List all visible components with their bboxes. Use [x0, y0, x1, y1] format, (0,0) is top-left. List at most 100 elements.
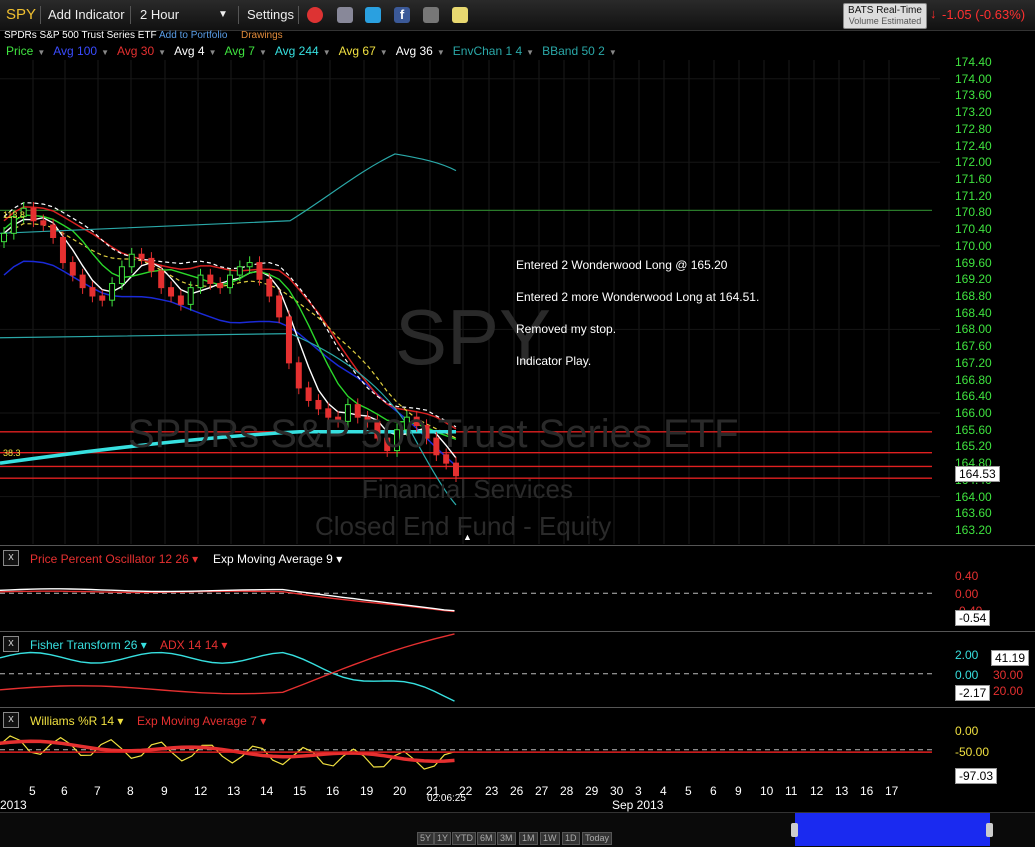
- adx-last-value: 41.19: [991, 650, 1030, 666]
- time-tick: 7: [94, 784, 101, 798]
- chevron-down-icon[interactable]: ▼: [259, 48, 267, 57]
- up-triangle-icon[interactable]: ▲: [463, 532, 472, 542]
- price-tick: 169.20: [955, 272, 992, 287]
- time-tick: 4: [660, 784, 667, 798]
- chart-annotation[interactable]: Entered 2 Wonderwood Long @ 165.20: [516, 258, 727, 272]
- facebook-icon[interactable]: f: [394, 7, 410, 23]
- range-button-ytd[interactable]: YTD: [452, 832, 476, 845]
- range-button-1d[interactable]: 1D: [562, 832, 580, 845]
- indicator-price[interactable]: Price: [6, 44, 33, 58]
- feed-title: BATS Real-Time: [848, 5, 922, 16]
- add-indicator-button[interactable]: Add Indicator: [48, 7, 125, 22]
- time-tick: 5: [29, 784, 36, 798]
- chevron-down-icon[interactable]: ▼: [380, 48, 388, 57]
- navigator-handle-right[interactable]: [986, 823, 993, 837]
- chevron-down-icon[interactable]: ▼: [37, 48, 45, 57]
- candle-body: [227, 274, 233, 289]
- layers-icon[interactable]: [337, 7, 353, 23]
- symbol-field[interactable]: SPY: [6, 6, 36, 23]
- candle-body: [89, 287, 96, 297]
- indicator-avg-30[interactable]: Avg 30: [117, 44, 154, 58]
- candle-body: [305, 387, 312, 401]
- overlay-line: [0, 739, 455, 763]
- candle-body: [40, 220, 47, 226]
- time-tick: 27: [535, 784, 549, 798]
- toolbar: SPY Add Indicator 2 Hour ▼ Settings f BA…: [0, 0, 1035, 31]
- chevron-down-icon[interactable]: ▼: [158, 48, 166, 57]
- time-tick: 16: [326, 784, 340, 798]
- price-tick: 165.20: [955, 439, 992, 454]
- panel-plot[interactable]: [0, 546, 940, 632]
- indicator-avg-4[interactable]: Avg 4: [174, 44, 204, 58]
- chevron-down-icon[interactable]: ▼: [209, 48, 217, 57]
- indicator-avg-36[interactable]: Avg 36: [396, 44, 433, 58]
- price-tick: 168.00: [955, 322, 992, 337]
- twitter-icon[interactable]: [365, 7, 381, 23]
- indicator-bband-50-2[interactable]: BBand 50 2: [542, 44, 605, 58]
- chevron-down-icon[interactable]: ▼: [609, 48, 617, 57]
- price-tick: 166.00: [955, 406, 992, 420]
- price-tick: 174.00: [955, 71, 992, 86]
- navigator-window[interactable]: [795, 813, 990, 846]
- range-button-3m[interactable]: 3M: [497, 832, 516, 845]
- alarm-clock-icon[interactable]: [307, 7, 323, 23]
- time-tick: 8: [127, 784, 134, 798]
- price-tick: 166.80: [955, 372, 992, 387]
- range-button-1y[interactable]: 1Y: [434, 832, 452, 845]
- range-button-5y[interactable]: 5Y: [417, 832, 435, 845]
- indicator-avg-244[interactable]: Avg 244: [275, 44, 319, 58]
- panel-plot[interactable]: [0, 632, 940, 708]
- chevron-down-icon[interactable]: ▼: [526, 48, 534, 57]
- time-tick: 20: [393, 784, 407, 798]
- indicator-avg-67[interactable]: Avg 67: [339, 44, 376, 58]
- add-to-portfolio-link[interactable]: Add to Portfolio: [159, 30, 227, 41]
- time-tick: 13: [835, 784, 849, 798]
- drawings-link[interactable]: Drawings: [241, 30, 283, 41]
- chart-annotation[interactable]: Entered 2 more Wonderwood Long at 164.51…: [516, 290, 759, 304]
- settings-button[interactable]: Settings: [247, 7, 294, 22]
- navigator-handle-left[interactable]: [791, 823, 798, 837]
- range-button-1m[interactable]: 1M: [519, 832, 538, 845]
- month-label: Sep 2013: [612, 798, 664, 812]
- candle-body: [187, 287, 194, 305]
- chart-annotation[interactable]: Removed my stop.: [516, 322, 616, 336]
- chevron-down-icon[interactable]: ▼: [218, 9, 228, 20]
- indicator-envchan-1-4[interactable]: EnvChan 1 4: [453, 44, 522, 58]
- time-tick: 23: [485, 784, 499, 798]
- range-button-today[interactable]: Today: [582, 832, 613, 845]
- range-button-1w[interactable]: 1W: [540, 832, 560, 845]
- price-tick: 170.80: [955, 205, 992, 220]
- price-tick: 171.20: [955, 188, 992, 203]
- time-tick: 12: [194, 784, 208, 798]
- candle-body: [109, 282, 116, 301]
- chart-annotation[interactable]: Indicator Play.: [516, 354, 591, 368]
- indicator-avg-7[interactable]: Avg 7: [224, 44, 254, 58]
- time-tick: 16: [860, 784, 874, 798]
- time-tick: 9: [161, 784, 168, 798]
- price-tick: 167.60: [955, 339, 992, 354]
- panel-plot[interactable]: [0, 708, 940, 784]
- sticky-note-icon[interactable]: [452, 7, 468, 23]
- range-button-6m[interactable]: 6M: [477, 832, 496, 845]
- chevron-down-icon[interactable]: ▼: [101, 48, 109, 57]
- candle-body: [295, 362, 302, 389]
- price-tick: 164.00: [955, 489, 992, 504]
- price-tick: 172.80: [955, 121, 992, 136]
- price-tick: 173.20: [955, 105, 992, 120]
- range-navigator[interactable]: [0, 812, 1035, 847]
- chevron-down-icon[interactable]: ▼: [437, 48, 445, 57]
- binoculars-icon[interactable]: [423, 7, 439, 23]
- price-tick: 168.40: [955, 305, 992, 320]
- price-tick: 172.40: [955, 138, 992, 153]
- candle-body: [59, 237, 66, 264]
- overlay-line: [0, 588, 455, 612]
- candle-body: [315, 399, 322, 410]
- price-tick: 170.40: [955, 222, 992, 237]
- indicator-avg-100[interactable]: Avg 100: [53, 44, 97, 58]
- interval-select[interactable]: 2 Hour: [140, 7, 179, 22]
- panel-last-value: -97.03: [955, 768, 998, 784]
- candle-body: [285, 316, 292, 364]
- price-tick: 173.60: [955, 88, 992, 103]
- time-tick: 11: [785, 784, 798, 798]
- chevron-down-icon[interactable]: ▼: [323, 48, 331, 57]
